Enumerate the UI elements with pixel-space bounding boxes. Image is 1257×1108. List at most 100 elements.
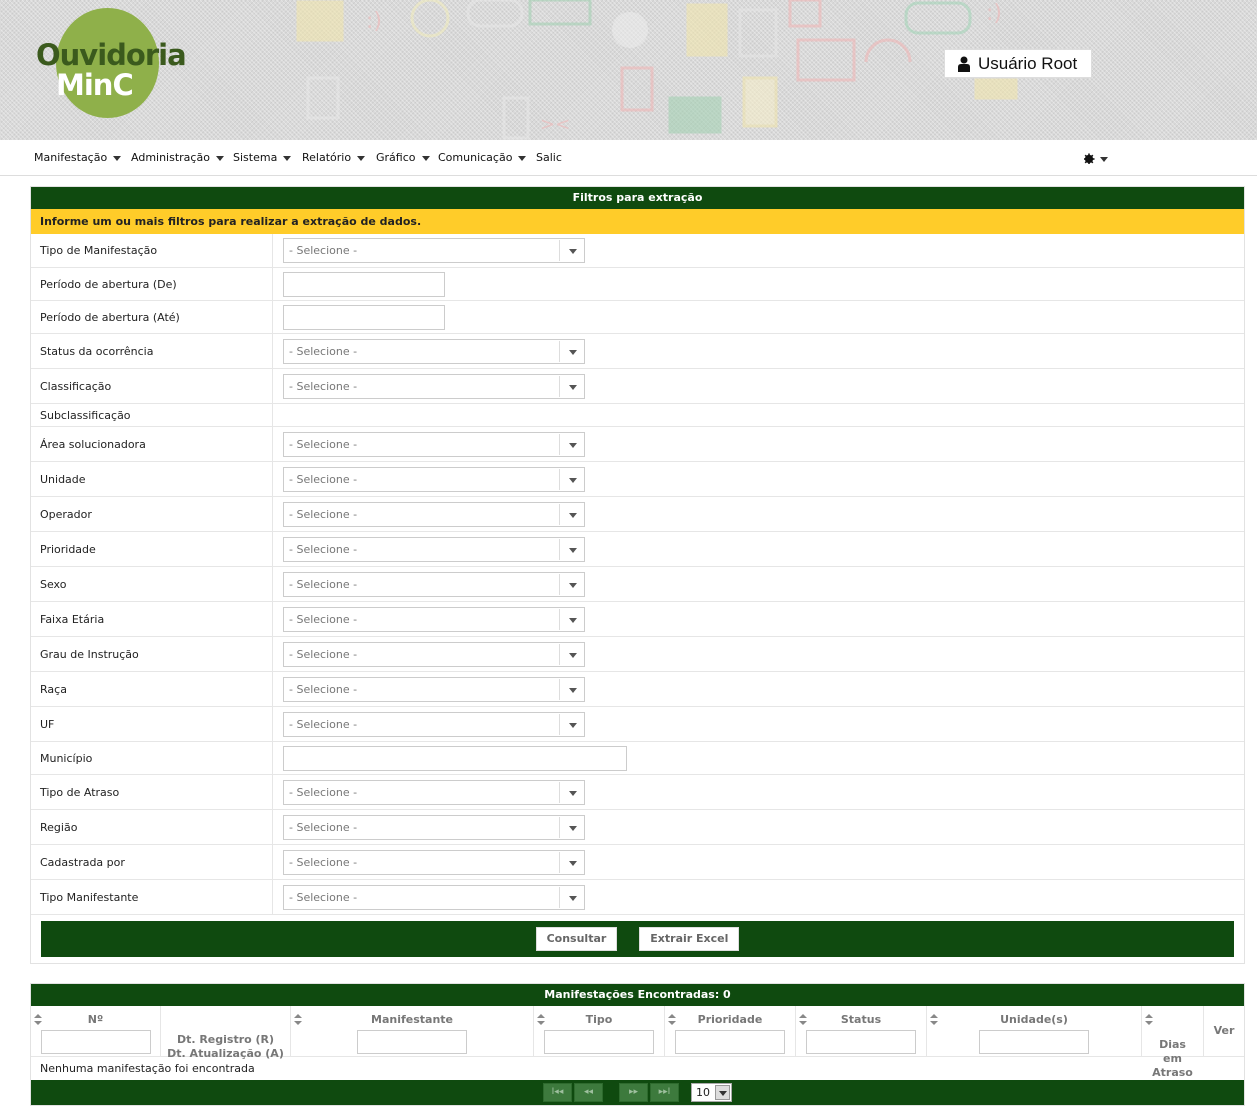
filter-row: Tipo de Atraso - Selecione - xyxy=(31,775,1244,810)
next-page-button[interactable]: ▸▸ xyxy=(619,1083,648,1102)
nav-item-sistema[interactable]: Sistema xyxy=(233,151,292,164)
tipo-atraso-select[interactable]: - Selecione - xyxy=(283,779,585,805)
filter-label: Prioridade xyxy=(31,532,273,566)
sort-icon[interactable] xyxy=(34,1014,42,1026)
nav-item-relatorio[interactable]: Relatório xyxy=(302,151,366,164)
sexo-select[interactable]: - Selecione - xyxy=(283,571,585,597)
sort-icon[interactable] xyxy=(1145,1014,1153,1026)
numero-filter-input[interactable] xyxy=(40,1030,151,1054)
chevron-down-icon xyxy=(283,155,292,161)
nav-item-grafico[interactable]: Gráfico xyxy=(376,151,430,164)
filter-label: Região xyxy=(31,810,273,844)
filter-label: UF xyxy=(31,707,273,741)
nav-label: Comunicação xyxy=(438,151,513,164)
column-tipo[interactable]: Tipo xyxy=(534,1006,665,1056)
select-value: - Selecione - xyxy=(289,437,358,451)
filters-panel: Filtros para extração Informe um ou mais… xyxy=(30,186,1245,964)
sort-icon[interactable] xyxy=(799,1014,807,1026)
operador-select[interactable]: - Selecione - xyxy=(283,501,585,527)
nav-item-comunicacao[interactable]: Comunicação xyxy=(438,151,527,164)
grau-instrucao-select[interactable]: - Selecione - xyxy=(283,641,585,667)
prioridade-select[interactable]: - Selecione - xyxy=(283,536,585,562)
column-prioridade[interactable]: Prioridade xyxy=(665,1006,796,1056)
nav-label: Administração xyxy=(131,151,210,164)
cadastrada-por-select[interactable]: - Selecione - xyxy=(283,849,585,875)
filter-label: Tipo de Manifestação xyxy=(31,234,273,267)
municipio-input[interactable] xyxy=(283,745,627,771)
chevron-down-icon xyxy=(113,155,122,161)
column-datas: Dt. Registro (R) Dt. Atualização (A) xyxy=(161,1006,291,1060)
unidade-select[interactable]: - Selecione - xyxy=(283,466,585,492)
column-dias-atraso[interactable]: Dias em Atraso xyxy=(1142,1006,1204,1079)
logo-text-minc: MinC xyxy=(56,68,134,102)
filter-label: Status da ocorrência xyxy=(31,334,273,368)
column-label: Unidade(s) xyxy=(1000,1013,1068,1026)
area-solucionadora-select[interactable]: - Selecione - xyxy=(283,431,585,457)
nav-item-manifestacao[interactable]: Manifestação xyxy=(34,151,122,164)
user-name: Usuário Root xyxy=(978,53,1078,73)
manifestante-filter-input[interactable] xyxy=(357,1030,467,1054)
column-manifestante[interactable]: Manifestante xyxy=(291,1006,534,1056)
filters-title: Filtros para extração xyxy=(31,187,1244,209)
tipo-filter-input[interactable] xyxy=(544,1030,654,1054)
svg-text::): :) xyxy=(366,9,382,34)
filter-label: Tipo Manifestante xyxy=(31,880,273,914)
filter-row: UF - Selecione - xyxy=(31,707,1244,742)
column-status[interactable]: Status xyxy=(796,1006,927,1056)
select-value: - Selecione - xyxy=(289,542,358,556)
filters-notice: Informe um ou mais filtros para realizar… xyxy=(31,209,1244,234)
sort-icon[interactable] xyxy=(294,1014,302,1026)
select-value: - Selecione - xyxy=(289,577,358,591)
filter-label: Faixa Etária xyxy=(31,602,273,636)
sort-icon[interactable] xyxy=(537,1014,545,1026)
filter-row: Raça - Selecione - xyxy=(31,672,1244,707)
column-numero[interactable]: Nº xyxy=(31,1006,161,1056)
periodo-de-input[interactable] xyxy=(283,271,445,297)
filter-row: Região - Selecione - xyxy=(31,810,1244,845)
select-value: - Selecione - xyxy=(289,890,358,904)
filter-row: Cadastrada por - Selecione - xyxy=(31,845,1244,880)
filter-row: Unidade - Selecione - xyxy=(31,462,1244,497)
filter-row: Grau de Instrução - Selecione - xyxy=(31,637,1244,672)
column-unidades[interactable]: Unidade(s) xyxy=(927,1006,1142,1056)
nav-label: Sistema xyxy=(233,151,278,164)
logo-text-ouvidoria: Ouvidoria xyxy=(36,38,187,72)
periodo-ate-input[interactable] xyxy=(283,304,445,330)
unidades-filter-input[interactable] xyxy=(979,1030,1089,1054)
uf-select[interactable]: - Selecione - xyxy=(283,711,585,737)
raca-select[interactable]: - Selecione - xyxy=(283,676,585,702)
faixa-etaria-select[interactable]: - Selecione - xyxy=(283,606,585,632)
status-filter-input[interactable] xyxy=(806,1030,916,1054)
prioridade-filter-input[interactable] xyxy=(675,1030,785,1054)
last-page-button[interactable]: ▸▸I xyxy=(650,1083,679,1102)
nav-item-salic[interactable]: Salic xyxy=(536,151,562,164)
select-value: - Selecione - xyxy=(289,647,358,661)
prev-page-button[interactable]: ◂◂ xyxy=(574,1083,603,1102)
status-select[interactable]: - Selecione - xyxy=(283,338,585,364)
settings-menu-button[interactable] xyxy=(1083,152,1108,167)
tipo-manifestacao-select[interactable]: - Selecione - xyxy=(283,238,585,263)
nav-item-administracao[interactable]: Administração xyxy=(131,151,224,164)
filter-row: Área solucionadora - Selecione - xyxy=(31,427,1244,462)
consultar-button[interactable]: Consultar xyxy=(535,927,618,951)
sort-icon[interactable] xyxy=(930,1014,938,1026)
chevron-down-icon xyxy=(357,155,366,161)
page-size-value: 10 xyxy=(696,1086,710,1099)
select-value: - Selecione - xyxy=(289,244,358,257)
first-page-button[interactable]: I◂◂ xyxy=(543,1083,572,1102)
filter-row: Período de abertura (De) xyxy=(31,268,1244,301)
user-menu-button[interactable]: Usuário Root xyxy=(944,49,1092,78)
filter-row: Município xyxy=(31,742,1244,775)
extrair-excel-button[interactable]: Extrair Excel xyxy=(639,927,740,951)
sort-icon[interactable] xyxy=(668,1014,676,1026)
page-size-select[interactable]: 10 xyxy=(691,1083,732,1102)
select-value: - Selecione - xyxy=(289,717,358,731)
nav-label: Gráfico xyxy=(376,151,416,164)
classificacao-select[interactable]: - Selecione - xyxy=(283,373,585,399)
column-label: Tipo xyxy=(585,1013,613,1026)
regiao-select[interactable]: - Selecione - xyxy=(283,814,585,840)
tipo-manifestante-select[interactable]: - Selecione - xyxy=(283,884,585,910)
filter-label: Raça xyxy=(31,672,273,706)
nav-label: Salic xyxy=(536,151,562,164)
header-banner: :) :) >< Ouvidoria MinC Usuário Root xyxy=(0,0,1257,140)
